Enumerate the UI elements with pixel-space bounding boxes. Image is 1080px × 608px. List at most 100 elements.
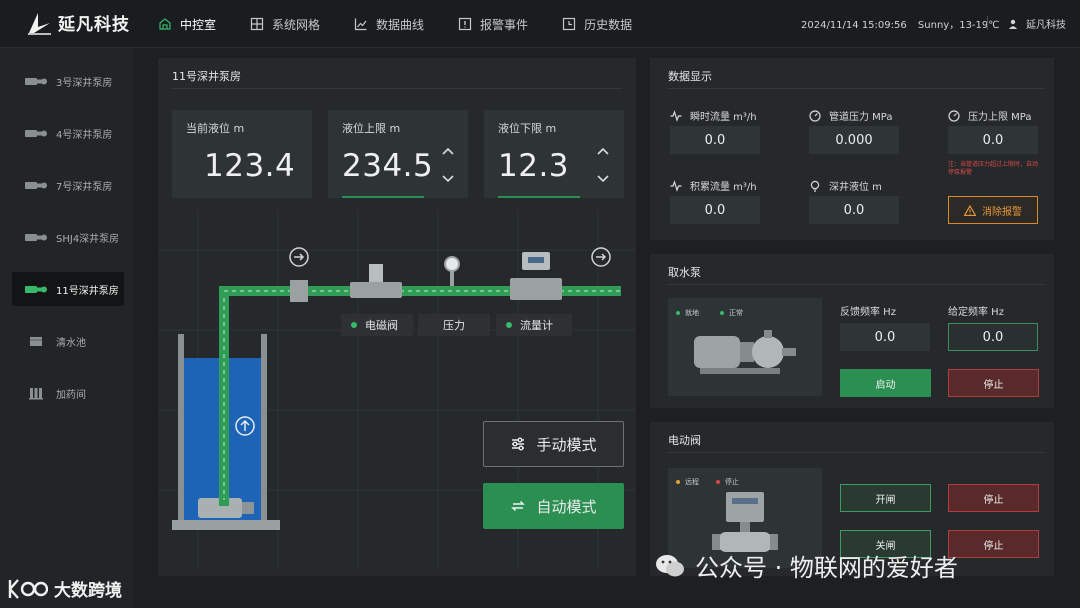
decrement-arrow-icon[interactable] — [596, 174, 610, 184]
total-flow-value: 0.0 — [670, 196, 760, 224]
pump-title: 取水泵 — [668, 266, 701, 279]
feedback-freq-label: 反馈频率 Hz — [840, 307, 896, 318]
auto-mode-button[interactable]: 自动模式 — [483, 483, 624, 529]
total-flow-label: 积累流量 m³/h — [670, 178, 757, 193]
flange-fitting — [290, 280, 308, 302]
increment-arrow-icon[interactable] — [441, 146, 455, 156]
user-menu[interactable]: 延凡科技 — [1008, 16, 1066, 31]
wechat-text: 公众号 · 物联网的爱好者 — [695, 554, 958, 582]
nav-history-data[interactable]: 历史数据 — [562, 0, 632, 48]
station-sidebar: 3号深井泵房 4号深井泵房 7号深井泵房 SHJ4深井泵房 11号深井泵房 清水… — [0, 48, 134, 608]
upper-limit-underline — [342, 196, 424, 198]
lower-limit-value[interactable]: 12.3 — [498, 148, 569, 184]
clear-alarm-label: 消除报警 — [982, 206, 1022, 218]
corner-logo-icon — [8, 578, 48, 599]
upper-limit-label: 液位上限 m — [342, 122, 401, 135]
nav-system-grid[interactable]: 系统网格 — [250, 0, 320, 48]
manual-mode-label: 手动模式 — [536, 435, 597, 454]
chart-icon — [354, 17, 368, 31]
page-title: 11号深井泵房 — [172, 70, 241, 83]
sidebar-item-dosing-room[interactable]: 加药间 — [12, 376, 124, 410]
sidebar-item-pump-7[interactable]: 7号深井泵房 — [12, 168, 124, 202]
status-dot — [506, 322, 512, 328]
sidebar-item-label: 7号深井泵房 — [56, 181, 113, 193]
pump-stop-button[interactable]: 停止 — [948, 369, 1039, 397]
valve-legend-remote: 远程 — [676, 477, 699, 487]
sidebar-item-label: SHJ4深井泵房 — [56, 233, 120, 245]
sliders-icon — [512, 437, 525, 451]
increment-arrow-icon[interactable] — [596, 146, 610, 156]
valve-stop-button[interactable]: 停止 — [948, 484, 1039, 512]
header-divider — [987, 16, 988, 30]
grid-icon — [250, 17, 264, 31]
decrement-arrow-icon[interactable] — [441, 174, 455, 184]
feedback-freq-value: 0.0 — [840, 323, 930, 351]
upper-limit-card: 液位上限 m 234.5 — [328, 110, 468, 198]
pipe-pressure-value: 0.000 — [809, 126, 899, 154]
sidebar-item-pump-shj4[interactable]: SHJ4深井泵房 — [12, 220, 124, 254]
set-freq-input[interactable]: 0.0 — [948, 323, 1038, 351]
instant-flow-label: 瞬时流量 m³/h — [670, 108, 757, 123]
nav-label: 系统网格 — [272, 17, 321, 32]
sidebar-item-clear-pool[interactable]: 清水池 — [12, 324, 124, 358]
sidebar-item-label: 清水池 — [56, 337, 86, 349]
valve-open-button[interactable]: 开闸 — [840, 484, 931, 512]
pump-icon — [25, 234, 47, 241]
current-level-label: 当前液位 m — [186, 122, 245, 135]
nav-label: 历史数据 — [584, 17, 633, 32]
instant-flow-value: 0.0 — [670, 126, 760, 154]
data-display-title: 数据显示 — [668, 70, 712, 83]
brand-mark-icon — [28, 12, 51, 35]
history-icon — [562, 17, 576, 31]
well-base — [172, 520, 280, 530]
pump-legend-normal: 正常 — [720, 308, 743, 318]
status-dot — [716, 480, 720, 484]
datetime: 2024/11/14 15:09:56 — [801, 20, 907, 31]
well-level-value: 0.0 — [809, 196, 899, 224]
title-divider — [668, 452, 1044, 453]
warning-note: 注：当管道压力超过上限时，自动停泵报警 — [948, 161, 1039, 176]
sidebar-item-label: 加药间 — [56, 389, 86, 401]
pressure-upper-input[interactable]: 0.0 — [948, 126, 1038, 154]
auto-mode-label: 自动模式 — [536, 497, 597, 516]
nav-label: 报警事件 — [480, 17, 529, 32]
well-wall-right — [261, 334, 267, 526]
dosing-icon — [29, 388, 43, 400]
pump-start-button[interactable]: 启动 — [840, 369, 931, 397]
pump-icon — [25, 130, 47, 137]
title-divider — [668, 88, 1044, 89]
home-icon — [158, 17, 172, 31]
manual-mode-button[interactable]: 手动模式 — [483, 421, 624, 467]
pool-icon — [30, 337, 42, 346]
upper-limit-value[interactable]: 234.5 — [342, 148, 433, 184]
pipe-pressure-label: 管道压力 MPa — [809, 108, 893, 123]
main-nav: 中控室 系统网格 数据曲线 报警事件 历史数据 — [158, 0, 666, 48]
well-wall-left — [178, 334, 184, 526]
nav-control-room[interactable]: 中控室 — [158, 0, 216, 48]
sidebar-item-pump-4[interactable]: 4号深井泵房 — [12, 116, 124, 150]
title-divider — [668, 284, 1044, 285]
gauge-icon — [948, 109, 960, 122]
datetime-weather: 2024/11/14 15:09:56 Sunny，13-19℃ — [801, 16, 1008, 31]
sidebar-item-pump-3[interactable]: 3号深井泵房 — [12, 64, 124, 98]
nav-data-curve[interactable]: 数据曲线 — [354, 0, 424, 48]
user-icon — [1008, 19, 1018, 29]
top-bar: 延凡科技 中控室 系统网格 数据曲线 报警事件 历史数据 2024/11/14 … — [0, 0, 1080, 48]
status-dot — [676, 311, 680, 315]
pump-icon — [25, 182, 47, 189]
lower-limit-card: 液位下限 m 12.3 — [484, 110, 624, 198]
current-level-card: 当前液位 m 123.4 — [172, 110, 312, 198]
valve-stop-button-2[interactable]: 停止 — [948, 530, 1039, 558]
valve-tag: 电磁阀 — [341, 314, 413, 336]
wechat-watermark: 公众号 · 物联网的爱好者 — [655, 548, 958, 583]
nav-alarm-events[interactable]: 报警事件 — [458, 0, 528, 48]
pressure-upper-label: 压力上限 MPa — [948, 108, 1032, 123]
status-dot — [676, 480, 680, 484]
title-divider — [172, 88, 622, 89]
sidebar-item-pump-11[interactable]: 11号深井泵房 — [12, 272, 124, 306]
wechat-icon — [656, 554, 684, 576]
status-dot — [720, 311, 724, 315]
clear-alarm-button[interactable]: 消除报警 — [948, 196, 1038, 224]
sidebar-item-label: 11号深井泵房 — [56, 285, 119, 297]
pump-illustration — [694, 330, 796, 374]
